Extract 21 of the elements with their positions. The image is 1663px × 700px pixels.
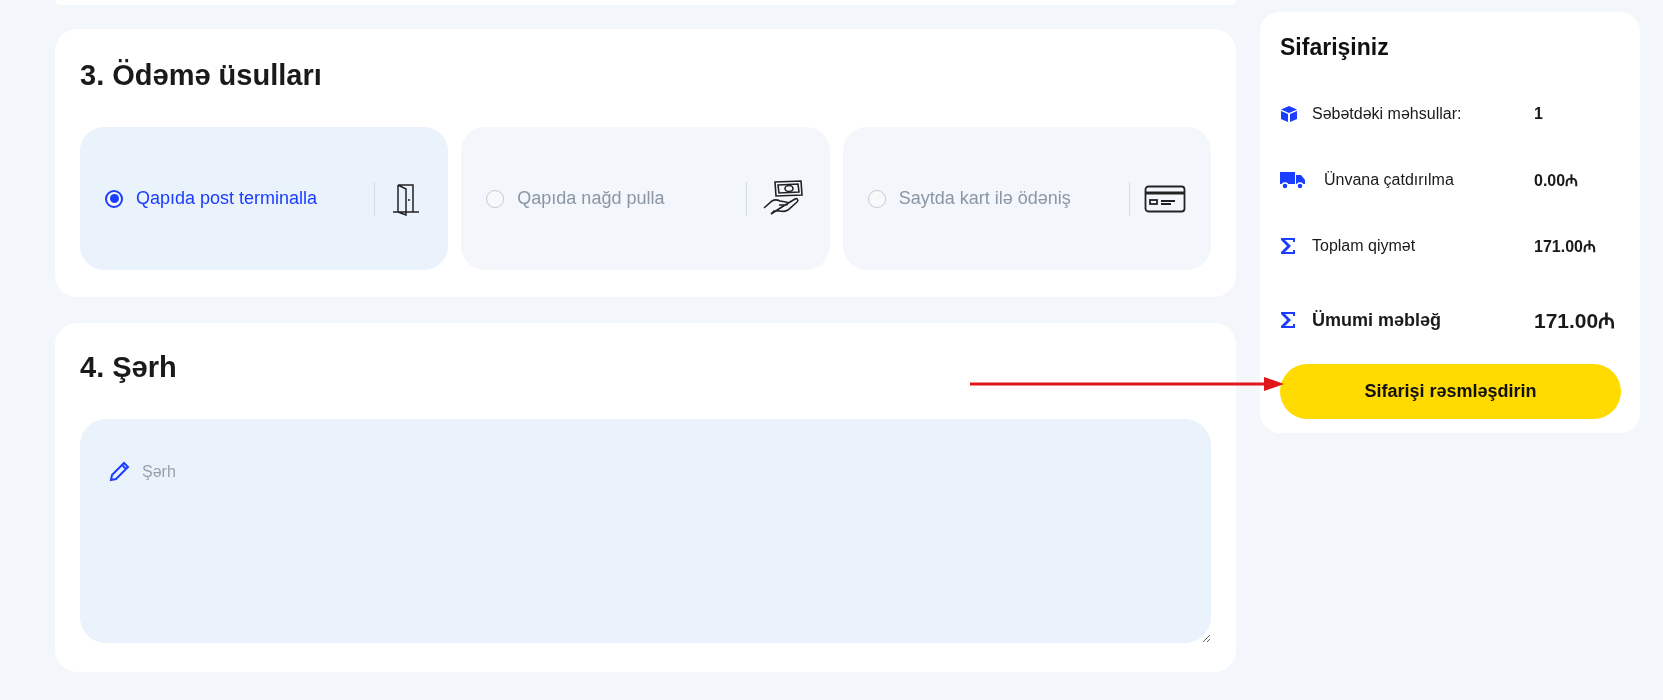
section-title: 4. Şərh [80,351,178,384]
pencil-icon [108,459,132,483]
sigma-icon [1280,237,1296,255]
radio-button[interactable] [105,189,123,208]
summary-label: Ümumi məbləğ [1312,309,1443,331]
comment-field[interactable]: Şərh [80,419,1211,643]
summary-title: Sifarişiniz [1280,34,1390,61]
summary-label: Toplam qiymət [1312,237,1417,255]
sigma-icon [1280,311,1296,329]
truck-icon [1280,170,1306,190]
summary-value: 171.00₼ [1534,308,1616,334]
payment-option[interactable]: Qapıda post terminalla [80,127,449,270]
summary-value: 0.00₼ [1534,171,1579,191]
section-title: 3. Ödəmə üsulları [80,59,323,92]
place-order-button[interactable]: Sifarişi rəsmləşdirin [1280,364,1621,419]
summary-label: Ünvana çatdırılma [1323,171,1455,189]
credit-card-icon [1144,184,1186,213]
box-icon [1280,105,1298,123]
summary-value: 171.00₼ [1534,237,1596,257]
summary-value: 1 [1534,105,1543,123]
summary-label: Səbətdəki məhsullar: [1312,105,1463,123]
